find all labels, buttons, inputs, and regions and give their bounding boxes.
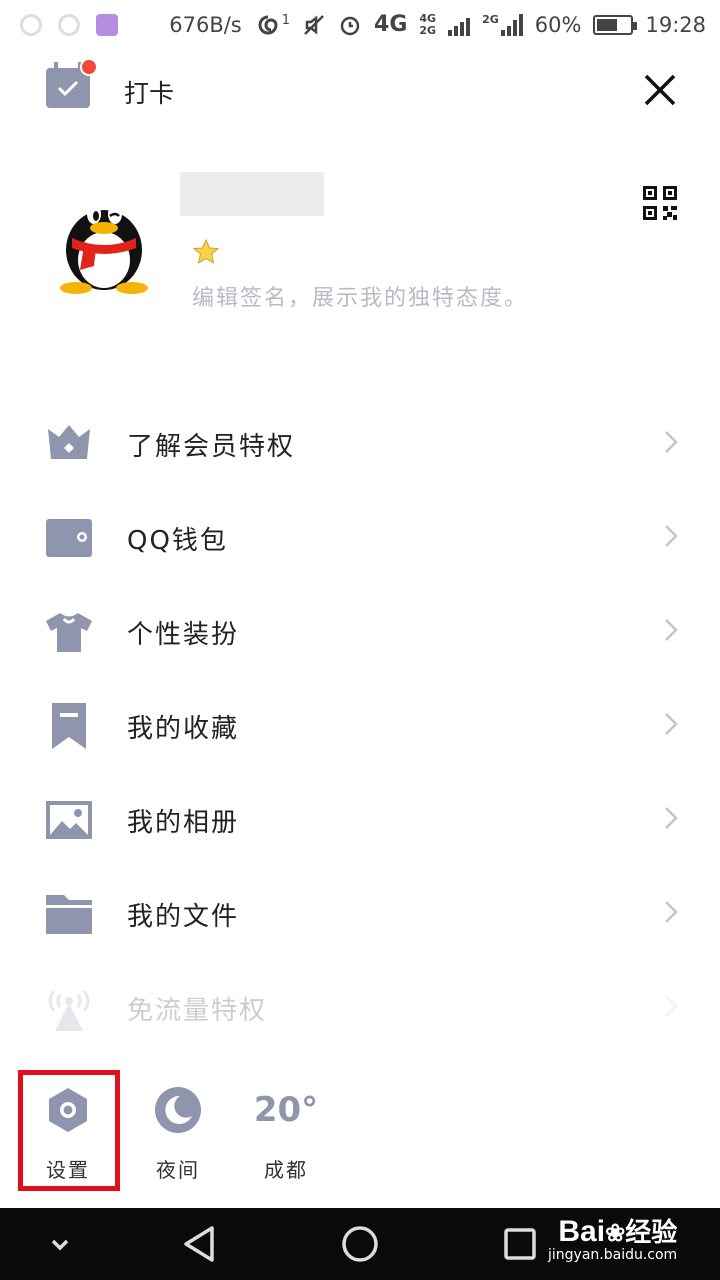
settings-highlight-box [18,1070,120,1191]
qr-code-icon[interactable] [643,186,677,220]
signal-spiral-icon: 1 [254,13,290,37]
chevron-down-icon[interactable] [38,1222,82,1266]
network-4g-2g: 4G 2G [419,11,437,37]
checkin-label[interactable]: 打卡 [124,74,174,110]
status-bar: 676B/s 1 4G 4G 2G 2G 60% 19:28 [0,0,720,50]
username-redacted[interactable] [180,172,324,216]
menu-item-themes[interactable]: 个性装扮 [0,584,720,678]
drawer-header: 打卡 [0,58,720,128]
bookmark-icon [52,703,86,749]
menu-item-album[interactable]: 我的相册 [0,772,720,866]
menu-item-label: 我的相册 [127,808,240,838]
battery-fill [597,19,617,31]
weather-city: 成都 [264,1158,308,1182]
notification-app-icon [20,14,42,36]
chevron-right-icon [665,901,678,923]
chevron-right-icon [665,431,678,453]
status-notification-icons [20,14,118,36]
vip-crown-icon [48,425,90,459]
signature-placeholder[interactable]: 编辑签名，展示我的独特态度。 [192,280,528,312]
menu-item-files[interactable]: 我的文件 [0,866,720,960]
status-system-icons: 676B/s 1 4G 4G 2G 2G 60% 19:28 [169,11,706,37]
menu-item-wallet[interactable]: QQ钱包 [0,490,720,584]
menu-item-label: 我的文件 [127,902,240,932]
wallet-icon [46,519,92,557]
weather-temperature: 20° [253,1090,319,1130]
network-2g: 2G [482,14,523,36]
chevron-right-icon [665,525,678,547]
watermark-url: jingyan.baidu.com [548,1247,678,1263]
chevron-right-icon [665,713,678,735]
menu-item-label: 我的收藏 [127,714,240,744]
signal-bars-2-icon [500,14,523,36]
signal-badge: 1 [281,12,291,28]
notification-chat-icon [58,14,80,36]
avatar[interactable] [58,188,150,296]
menu-item-label: 个性装扮 [127,620,240,650]
network-speed: 676B/s [169,13,242,37]
menu-item-favorites[interactable]: 我的收藏 [0,678,720,772]
alarm-icon [340,16,360,36]
menu-item-label: 免流量特权 [127,996,268,1026]
menu-item-free-data[interactable]: 免流量特权 [0,960,720,1054]
signal-tower-icon [48,990,90,1031]
battery-percent: 60% [534,13,582,37]
chevron-right-icon [665,807,678,829]
tshirt-icon [46,613,92,652]
night-mode-button[interactable]: 夜间 [128,1070,228,1188]
menu-item-label: 了解会员特权 [127,432,296,462]
home-circle-icon[interactable] [338,1222,382,1266]
chevron-right-icon [665,995,678,1017]
night-label: 夜间 [156,1158,200,1182]
drawer-menu: 了解会员特权 QQ钱包 个性装扮 我的收藏 我的相册 我的文件 免流量特权 [0,396,720,1054]
watermark-brand-cn: 经验 [625,1217,678,1247]
recents-square-icon[interactable] [498,1222,542,1266]
menu-item-label: QQ钱包 [127,526,228,556]
battery-icon [593,15,638,35]
signal-bars-icon [448,14,471,36]
photo-icon [46,801,92,839]
baidu-jingyan-watermark: Bai❀经验 jingyan.baidu.com [548,1212,677,1263]
menu-item-vip[interactable]: 了解会员特权 [0,396,720,490]
network-4g: 4G [374,12,408,37]
star-level-icon[interactable] [192,238,220,266]
watermark-brand: Bai [558,1215,606,1248]
paw-icon: ❀ [605,1220,626,1247]
notification-image-icon [96,14,118,36]
mute-icon [304,15,324,35]
clock: 19:28 [645,13,706,37]
folder-icon [46,895,92,934]
close-icon[interactable] [640,70,680,110]
moon-icon [155,1087,201,1133]
back-triangle-icon[interactable] [178,1222,222,1266]
chevron-right-icon [665,619,678,641]
weather-widget[interactable]: 20° 成都 [236,1070,336,1188]
notification-dot [80,58,98,76]
